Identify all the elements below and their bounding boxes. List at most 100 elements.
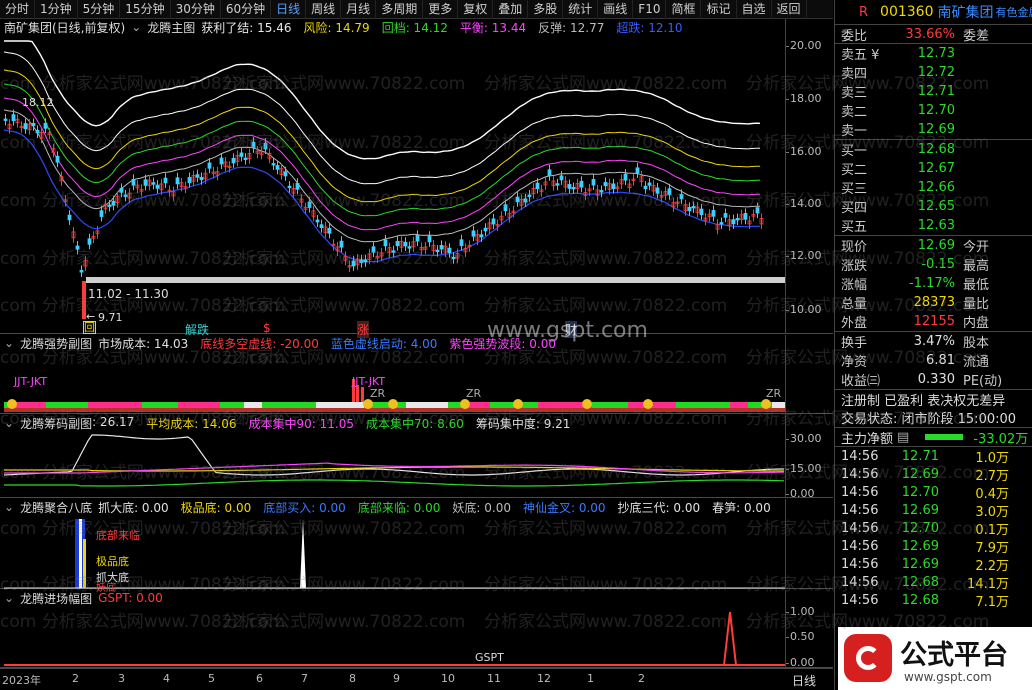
bid-row-3[interactable]: 买四 12.65 (835, 197, 1032, 216)
strength-block (712, 402, 718, 408)
tick-volume: 0.1万 (975, 522, 1009, 538)
smiley-icon (7, 399, 17, 409)
chevron-down-icon[interactable]: ⌄ (4, 416, 14, 430)
ask-row-4[interactable]: 卖一 12.69 (835, 120, 1032, 139)
marker-dollar[interactable]: $ (263, 321, 271, 335)
strength-block (94, 402, 100, 408)
tick-volume: 7.9万 (975, 540, 1009, 556)
candle-body (579, 180, 584, 188)
candle-body (143, 179, 148, 186)
ask-price: 12.72 (917, 65, 955, 80)
toolbar-item-6[interactable]: 日线 (271, 0, 307, 19)
toolbar-item-8[interactable]: 月线 (341, 0, 377, 19)
bid-row-0[interactable]: 买一 12.68 (835, 140, 1032, 159)
ask-row-0[interactable]: 卖五 ¥ 12.73 (835, 44, 1032, 63)
chevron-down-icon[interactable]: ⌄ (131, 20, 141, 34)
bid-row-4[interactable]: 买五 12.63 (835, 216, 1032, 235)
sector-tag[interactable]: 有色金属 (994, 4, 1032, 20)
tick-volume: 2.7万 (975, 468, 1009, 484)
bid-row-1[interactable]: 买二 12.67 (835, 159, 1032, 178)
indicator-name[interactable]: 龙腾主图 (147, 19, 195, 35)
strength-block (274, 402, 280, 408)
smiley-icon (582, 399, 592, 409)
candle-body (111, 200, 116, 206)
bid-row-2[interactable]: 买三 12.66 (835, 178, 1032, 197)
ask-row-1[interactable]: 卖四 12.72 (835, 63, 1032, 82)
toolbar-item-16[interactable]: F10 (633, 0, 667, 19)
series-label: GSPT (475, 651, 504, 664)
stat2-label: 净资 (841, 355, 868, 370)
band-line-0 (4, 40, 761, 160)
strength-subchart-panel[interactable]: ⌄ 龙腾强势副图 市场成本: 14.03 底线多空虚线: -20.00 蓝色虚线启动… (0, 335, 833, 414)
candle-body (363, 259, 368, 263)
ask-row-2[interactable]: 卖三 12.71 (835, 82, 1032, 101)
toolbar-item-14[interactable]: 统计 (563, 0, 599, 19)
candle-body (547, 169, 552, 177)
toolbar-item-20[interactable]: 返回 (772, 0, 807, 19)
toolbar-item-1[interactable]: 1分钟 (35, 0, 78, 19)
bottom-signals-panel[interactable]: ⌄ 龙腾聚合八底 抓大底: 0.00 极品底: 0.00 底部买入: 0.00 底部来… (0, 499, 833, 594)
toolbar-item-15[interactable]: 画线 (598, 0, 634, 19)
toolbar-item-7[interactable]: 周线 (306, 0, 342, 19)
date-tick: 6 (256, 672, 263, 685)
strength-block (322, 402, 328, 408)
date-tick: 10 (441, 672, 455, 685)
strength-block (472, 402, 478, 408)
toolbar-item-3[interactable]: 15分钟 (120, 0, 171, 19)
indicator-name[interactable]: 龙腾筹码副图 (20, 415, 92, 431)
strength-item-0: 市场成本: 14.03 (98, 336, 189, 351)
toolbar-item-9[interactable]: 多周期 (376, 0, 424, 19)
toolbar-item-12[interactable]: 叠加 (493, 0, 529, 19)
table-icon[interactable]: ▤ (893, 430, 909, 445)
tick-price: 12.70 (901, 520, 939, 536)
tick-price: 12.69 (901, 556, 939, 572)
candle-body (123, 194, 128, 197)
indicator-name[interactable]: 龙腾强势副图 (20, 335, 92, 351)
stat-label: 现价 (841, 240, 868, 255)
marker-hui[interactable]: 回 (83, 321, 96, 334)
chevron-down-icon[interactable]: ⌄ (4, 336, 14, 350)
toolbar-item-17[interactable]: 简框 (666, 0, 702, 19)
toolbar-item-10[interactable]: 更多 (423, 0, 459, 19)
candle-body (591, 179, 596, 186)
toolbar-item-5[interactable]: 60分钟 (221, 0, 272, 19)
strength-block (208, 402, 214, 408)
toolbar-item-4[interactable]: 30分钟 (171, 0, 221, 19)
toolbar-item-13[interactable]: 多股 (528, 0, 564, 19)
bottom8-item-5: 神仙金叉: 0.00 (522, 500, 606, 515)
toolbar-item-11[interactable]: 复权 (458, 0, 494, 19)
strength-block (718, 402, 724, 408)
period-indicator[interactable]: 日线 (792, 672, 816, 689)
toolbar-item-18[interactable]: 标记 (701, 0, 737, 19)
candle-body (403, 241, 408, 247)
ask-row-3[interactable]: 卖二 12.70 (835, 101, 1032, 120)
candle-body (667, 188, 672, 196)
main-kline-panel[interactable]: 南矿集团(日线,前复权) ⌄ 龙腾主图 获利了结: 15.46 风险: 14.79… (0, 19, 833, 343)
axis-tick: 20.00 (786, 39, 822, 52)
chevron-down-icon[interactable]: ⌄ (4, 591, 14, 605)
bid-list: 买一 12.68 买二 12.67 买三 12.66 买四 12.65 买五 12.63 (835, 139, 1032, 235)
strength-block (334, 402, 340, 408)
candle-body (43, 122, 48, 129)
main-item-1: 风险: 14.79 (303, 20, 370, 35)
indicator-name[interactable]: 龙腾聚合八底 (20, 499, 92, 515)
smiley-icon (643, 399, 653, 409)
strength-block (406, 402, 412, 408)
candle-body (471, 230, 476, 237)
stock-period-label[interactable]: 南矿集团(日线,前复权) (4, 19, 125, 35)
buy-sell-icon[interactable]: R (835, 5, 868, 20)
entry-subchart-panel[interactable]: ⌄ 龙腾进场幅图 GSPT: 0.00 1.00 0.50 0.00 GSPT (0, 590, 833, 669)
stat2-row-0: 换手 3.47% 股本 (835, 332, 1032, 351)
candle-body (395, 240, 400, 247)
tick-time: 14:56 (841, 556, 879, 572)
indicator-name[interactable]: 龙腾进场幅图 (20, 590, 92, 606)
candle-body (699, 208, 704, 216)
entry-header: ⌄ 龙腾进场幅图 GSPT: 0.00 (0, 590, 833, 606)
toolbar-item-19[interactable]: 自选 (737, 0, 772, 19)
strength-block (166, 402, 172, 408)
toolbar-item-0[interactable]: 分时 (0, 0, 36, 19)
chips-subchart-panel[interactable]: ⌄ 龙腾筹码副图 : 26.17 平均成本: 14.06 成本集中90: 11.05… (0, 415, 833, 500)
toolbar-item-2[interactable]: 5分钟 (78, 0, 121, 19)
stat-row-3: 总量 28373 量比 (835, 293, 1032, 312)
chevron-down-icon[interactable]: ⌄ (4, 500, 14, 514)
